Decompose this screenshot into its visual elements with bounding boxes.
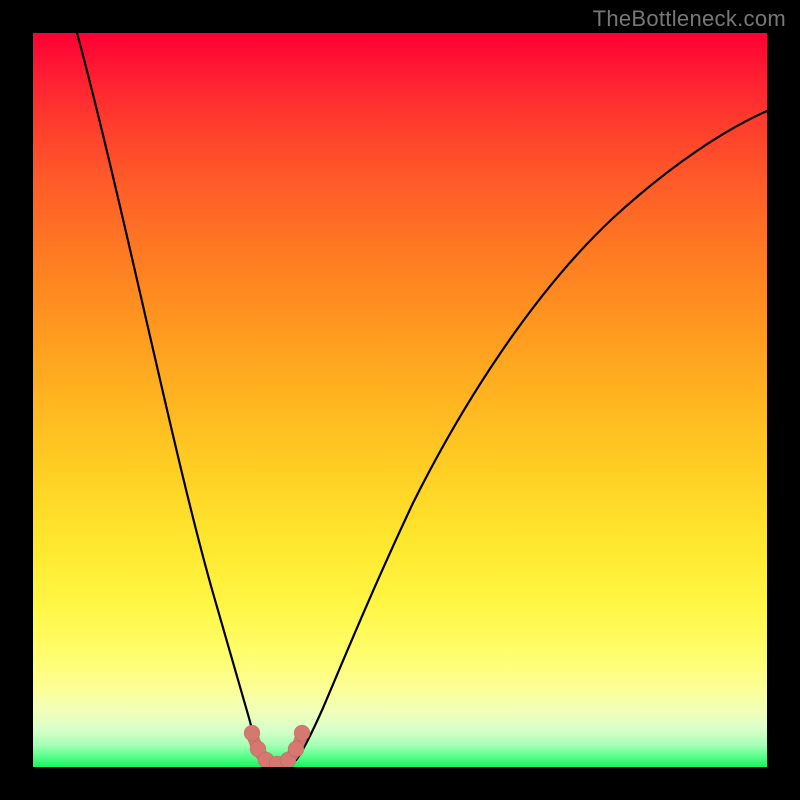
bead-cluster	[33, 33, 767, 767]
plot-area	[33, 33, 767, 767]
chart-frame: TheBottleneck.com	[0, 0, 800, 800]
watermark-text: TheBottleneck.com	[593, 6, 786, 32]
